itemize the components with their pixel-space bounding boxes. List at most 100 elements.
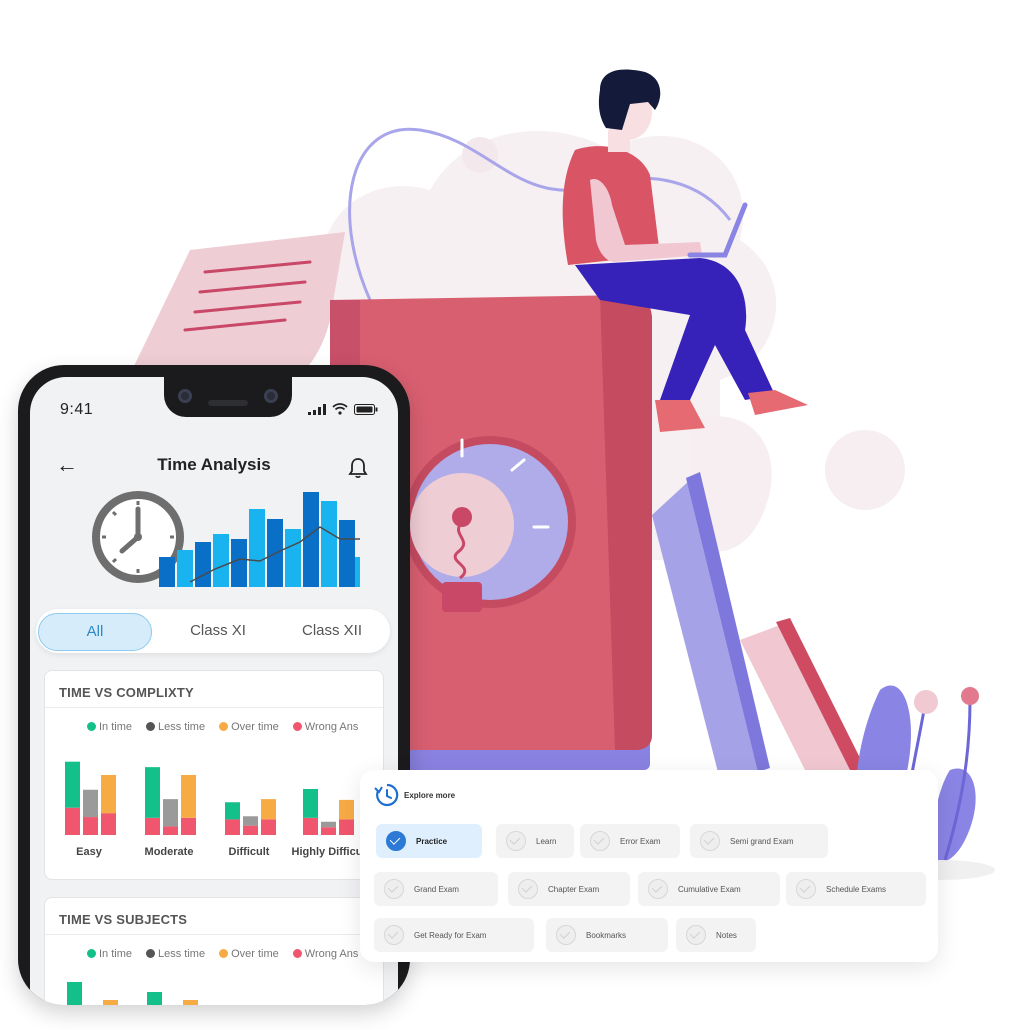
bulb-base [442, 582, 482, 612]
tab-all[interactable]: All [38, 613, 152, 651]
check-icon [556, 925, 576, 945]
option-grand-exam[interactable]: Grand Exam [374, 872, 498, 906]
check-selected-icon [386, 831, 406, 851]
legend-wrong-ans: Wrong Ans [292, 948, 358, 960]
divider [45, 934, 383, 935]
bar-in-time [225, 802, 240, 820]
bar-less-time [163, 799, 178, 827]
option-label: Get Ready for Exam [414, 930, 487, 940]
option-notes[interactable]: Notes [676, 918, 756, 952]
bar-wrong-ans [261, 819, 276, 835]
background-circle [825, 430, 905, 510]
check-icon [518, 879, 538, 899]
battery-icon [354, 404, 378, 415]
bar-wrong-ans [101, 813, 116, 835]
camera-icon [178, 389, 192, 403]
option-label: Practice [416, 836, 448, 846]
option-chapter-exam[interactable]: Chapter Exam [508, 872, 630, 906]
time-vs-complexity-card: TIME VS COMPLIXTY In time Less time Over… [44, 670, 384, 880]
phone-screen: 9:41 ← Time Analysis All Class XI Class … [30, 377, 398, 1005]
bar [183, 1000, 198, 1005]
divider [45, 707, 383, 708]
bar-wrong-ans [303, 817, 318, 835]
bar-over-time [261, 799, 276, 820]
explore-title: Explore more [404, 790, 456, 800]
option-learn[interactable]: Learn [496, 824, 574, 858]
check-icon [700, 831, 720, 851]
legend-over-time: Over time [219, 721, 279, 733]
chart-legend: In time Less time Over time Wrong Ans [87, 721, 358, 733]
bar-wrong-ans [163, 826, 178, 835]
bar-wrong-ans [181, 817, 196, 835]
subjects-chart [67, 982, 198, 1005]
option-label: Bookmarks [586, 930, 627, 940]
time-analysis-hero [92, 491, 360, 587]
bar-less-time [83, 789, 98, 818]
sensor-icon [264, 389, 278, 403]
option-label: Schedule Exams [826, 884, 887, 894]
bar-wrong-ans [339, 819, 354, 835]
signal-icon [308, 404, 326, 415]
phone-mockup: 9:41 ← Time Analysis All Class XI Class … [18, 365, 410, 1005]
explore-more-card: Explore more Practice Learn Error Exam Semi… [360, 770, 938, 962]
legend-less-time: Less time [146, 721, 205, 733]
option-label: Notes [716, 930, 737, 940]
tab-class-xii[interactable]: Class XII [276, 613, 388, 649]
hero-bars [159, 492, 360, 587]
option-get-ready-for-exam[interactable]: Get Ready for Exam [374, 918, 534, 952]
bell-icon[interactable] [348, 457, 368, 479]
bar-in-time [65, 761, 80, 808]
bar-wrong-ans [321, 827, 336, 835]
wifi-icon [332, 403, 348, 415]
x-tick-label: Difficult [229, 846, 270, 858]
option-bookmarks[interactable]: Bookmarks [546, 918, 668, 952]
legend-less-time: Less time [146, 948, 205, 960]
plant-flower-2 [961, 687, 979, 705]
legend-in-time: In time [87, 721, 132, 733]
option-practice[interactable]: Practice [376, 824, 482, 858]
bar [147, 992, 162, 1005]
option-label: Learn [536, 836, 557, 846]
person-shoe-2 [748, 390, 808, 415]
bar-over-time [181, 774, 196, 818]
bar-wrong-ans [83, 817, 98, 835]
section-title: TIME VS SUBJECTS [59, 912, 188, 927]
bar-in-time [303, 788, 318, 818]
bar-wrong-ans [145, 817, 160, 835]
legend-in-time: In time [87, 948, 132, 960]
page-title: Time Analysis [157, 455, 271, 474]
option-error-exam[interactable]: Error Exam [580, 824, 680, 858]
plant-flower [914, 690, 938, 714]
bar-less-time [243, 816, 258, 826]
class-filter-tabs: All Class XI Class XII [36, 609, 390, 653]
complexity-chart: Easy Moderate Difficult Highly Difficu [65, 761, 363, 858]
bulb-filament-top [452, 507, 472, 527]
bar-less-time [321, 821, 336, 828]
x-tick-label: Easy [76, 846, 103, 858]
option-label: Chapter Exam [548, 884, 600, 894]
bar-over-time [101, 774, 116, 814]
status-time: 9:41 [60, 401, 94, 418]
explore-header: Explore more [374, 782, 455, 808]
check-icon [384, 879, 404, 899]
section-title: TIME VS COMPLIXTY [59, 685, 194, 700]
option-label: Semi grand Exam [730, 836, 794, 846]
bar-wrong-ans [225, 819, 240, 835]
option-semi-grand-exam[interactable]: Semi grand Exam [690, 824, 828, 858]
bar-in-time [145, 767, 160, 818]
phone-notch [164, 377, 292, 417]
tab-class-xi[interactable]: Class XI [162, 613, 274, 649]
legend-wrong-ans: Wrong Ans [292, 721, 358, 733]
bar-wrong-ans [65, 807, 80, 835]
option-label: Cumulative Exam [678, 884, 741, 894]
option-label: Grand Exam [414, 884, 459, 894]
option-schedule-exams[interactable]: Schedule Exams [786, 872, 926, 906]
speaker-grille [208, 400, 248, 406]
check-icon [590, 831, 610, 851]
check-icon [506, 831, 526, 851]
option-cumulative-exam[interactable]: Cumulative Exam [638, 872, 780, 906]
clock-refresh-icon [374, 783, 399, 807]
x-tick-label: Highly Difficu [292, 846, 363, 858]
bar [67, 982, 82, 1005]
status-icons [308, 403, 378, 415]
